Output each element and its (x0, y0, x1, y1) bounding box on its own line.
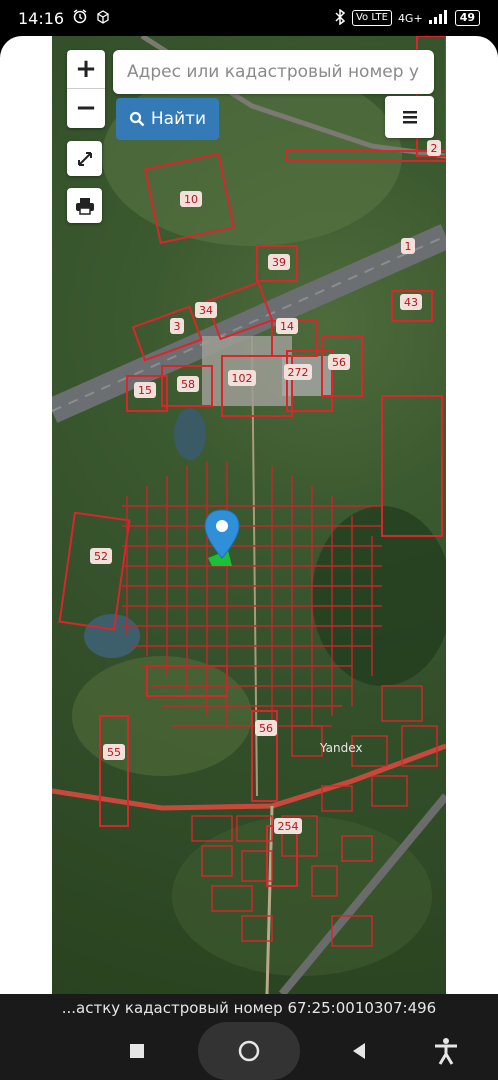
alarm-icon (72, 8, 88, 28)
parcel-label-10: 10 (184, 193, 198, 206)
search-input[interactable] (125, 61, 422, 83)
battery-indicator: 49 (454, 10, 480, 26)
bluetooth-icon (334, 8, 346, 28)
app-sheet: 10 39 1 43 34 3 14 15 58 102 272 56 52 5… (0, 36, 498, 994)
location-marker-icon[interactable] (204, 509, 240, 559)
parcel-label-55: 55 (107, 746, 121, 759)
back-triangle-icon (353, 1043, 365, 1059)
cube-icon (96, 9, 110, 28)
print-button[interactable] (67, 188, 102, 223)
accessibility-button[interactable] (428, 1034, 464, 1068)
parcel-label-1: 1 (405, 240, 412, 253)
recent-apps-button[interactable] (120, 1036, 154, 1066)
printer-icon (75, 197, 94, 215)
satellite-map[interactable]: 10 39 1 43 34 3 14 15 58 102 272 56 52 5… (52, 36, 446, 994)
zoom-in-button[interactable]: + (67, 50, 105, 88)
parcel-label-3: 3 (174, 320, 181, 333)
fullscreen-button[interactable] (67, 141, 102, 176)
parcel-label-43: 43 (404, 296, 418, 309)
status-bar: 14:16 Vo LTE 4G+ 49 (0, 0, 498, 36)
find-button[interactable]: Найти (116, 98, 219, 140)
parcel-label-2: 2 (431, 142, 438, 155)
expand-icon (77, 151, 92, 166)
parcel-label-102: 102 (232, 372, 253, 385)
parcel-label-14: 14 (280, 320, 294, 333)
parcel-label-272: 272 (288, 366, 309, 379)
parcel-label-15: 15 (138, 384, 152, 397)
map-layer: 10 39 1 43 34 3 14 15 58 102 272 56 52 5… (52, 36, 446, 994)
home-button[interactable] (198, 1022, 300, 1080)
network-type: 4G+ (397, 11, 423, 25)
parcel-label-254: 254 (278, 820, 299, 833)
back-button[interactable] (342, 1036, 376, 1066)
parcel-label-34: 34 (199, 304, 213, 317)
search-box (113, 50, 434, 94)
square-icon (130, 1044, 144, 1058)
status-time: 14:16 (18, 8, 65, 28)
menu-button[interactable] (385, 96, 434, 138)
toast-message: ...астку кадастровый номер 67:25:0010307… (0, 994, 498, 1022)
hamburger-icon (402, 111, 417, 124)
zoom-control: + − (67, 50, 105, 128)
android-navigation-bar (0, 1022, 498, 1080)
find-button-label: Найти (150, 109, 207, 129)
parcel-label-52: 52 (94, 550, 108, 563)
parcel-label-39: 39 (272, 256, 286, 269)
parcel-label-58: 58 (181, 378, 195, 391)
signal-icon (428, 9, 449, 27)
parcel-label-56: 56 (332, 356, 346, 369)
circle-icon (238, 1040, 260, 1062)
map-provider-label: Yandex (319, 741, 363, 755)
parcel-label-56-village: 56 (259, 722, 273, 735)
volte-badge: Vo LTE (351, 10, 392, 26)
zoom-out-button[interactable]: − (67, 89, 105, 127)
search-icon (129, 111, 145, 127)
accessibility-icon (435, 1038, 457, 1065)
